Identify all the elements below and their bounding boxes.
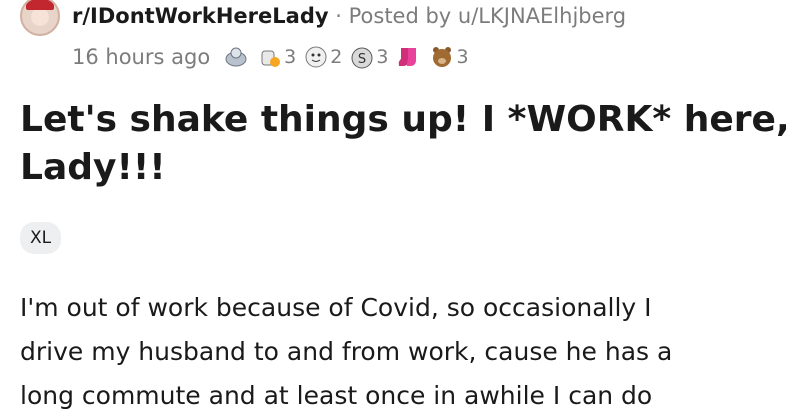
posted-by-link[interactable]: Posted by u/LKJNAElhjberg (349, 4, 627, 28)
award-count: 3 (284, 46, 297, 68)
wholesome-seal-award-icon (224, 45, 248, 69)
post-body-line: long commute and at least once in awhile… (20, 381, 653, 410)
award-bear[interactable]: 3 (430, 45, 469, 69)
award-wholesome-seal[interactable] (224, 45, 250, 69)
money-bag-award-icon: S (350, 45, 374, 69)
post-body-line: drive my husband to and from work, cause… (20, 337, 673, 366)
svg-text:S: S (358, 52, 366, 67)
post-meta: r/IDontWorkHereLady · Posted by u/LKJNAE… (72, 2, 626, 30)
award-count: 3 (376, 46, 389, 68)
post-body: I'm out of work because of Covid, so occ… (20, 286, 790, 418)
post-title[interactable]: Let's shake things up! I *WORK* here, La… (20, 96, 790, 192)
meta-separator: · (335, 4, 342, 28)
post-header: r/IDontWorkHereLady · Posted by u/LKJNAE… (20, 0, 780, 78)
subreddit-avatar[interactable] (20, 0, 60, 36)
award-count: 3 (456, 46, 469, 68)
subreddit-link[interactable]: r/IDontWorkHereLady (72, 4, 329, 28)
post-body-line: I'm out of work because of Covid, so occ… (20, 293, 652, 322)
pink-socks-award-icon (396, 45, 420, 69)
post-title-line: Let's shake things up! I *WORK* here, (20, 99, 790, 140)
bear-award-icon (430, 45, 454, 69)
award-money-bag[interactable]: S 3 (350, 45, 388, 69)
post-info-row: 16 hours ago 3 2 S 3 3 (72, 42, 477, 72)
award-face[interactable]: 2 (304, 45, 342, 69)
post-title-line: Lady!!! (20, 147, 166, 188)
face-award-icon (304, 45, 328, 69)
helpful-thumbs-award-icon (258, 45, 282, 69)
award-pink-socks[interactable] (396, 45, 422, 69)
award-count: 2 (330, 46, 343, 68)
post-timestamp[interactable]: 16 hours ago (72, 45, 210, 69)
award-helpful[interactable]: 3 (258, 45, 296, 69)
post-flair[interactable]: XL (20, 222, 62, 254)
